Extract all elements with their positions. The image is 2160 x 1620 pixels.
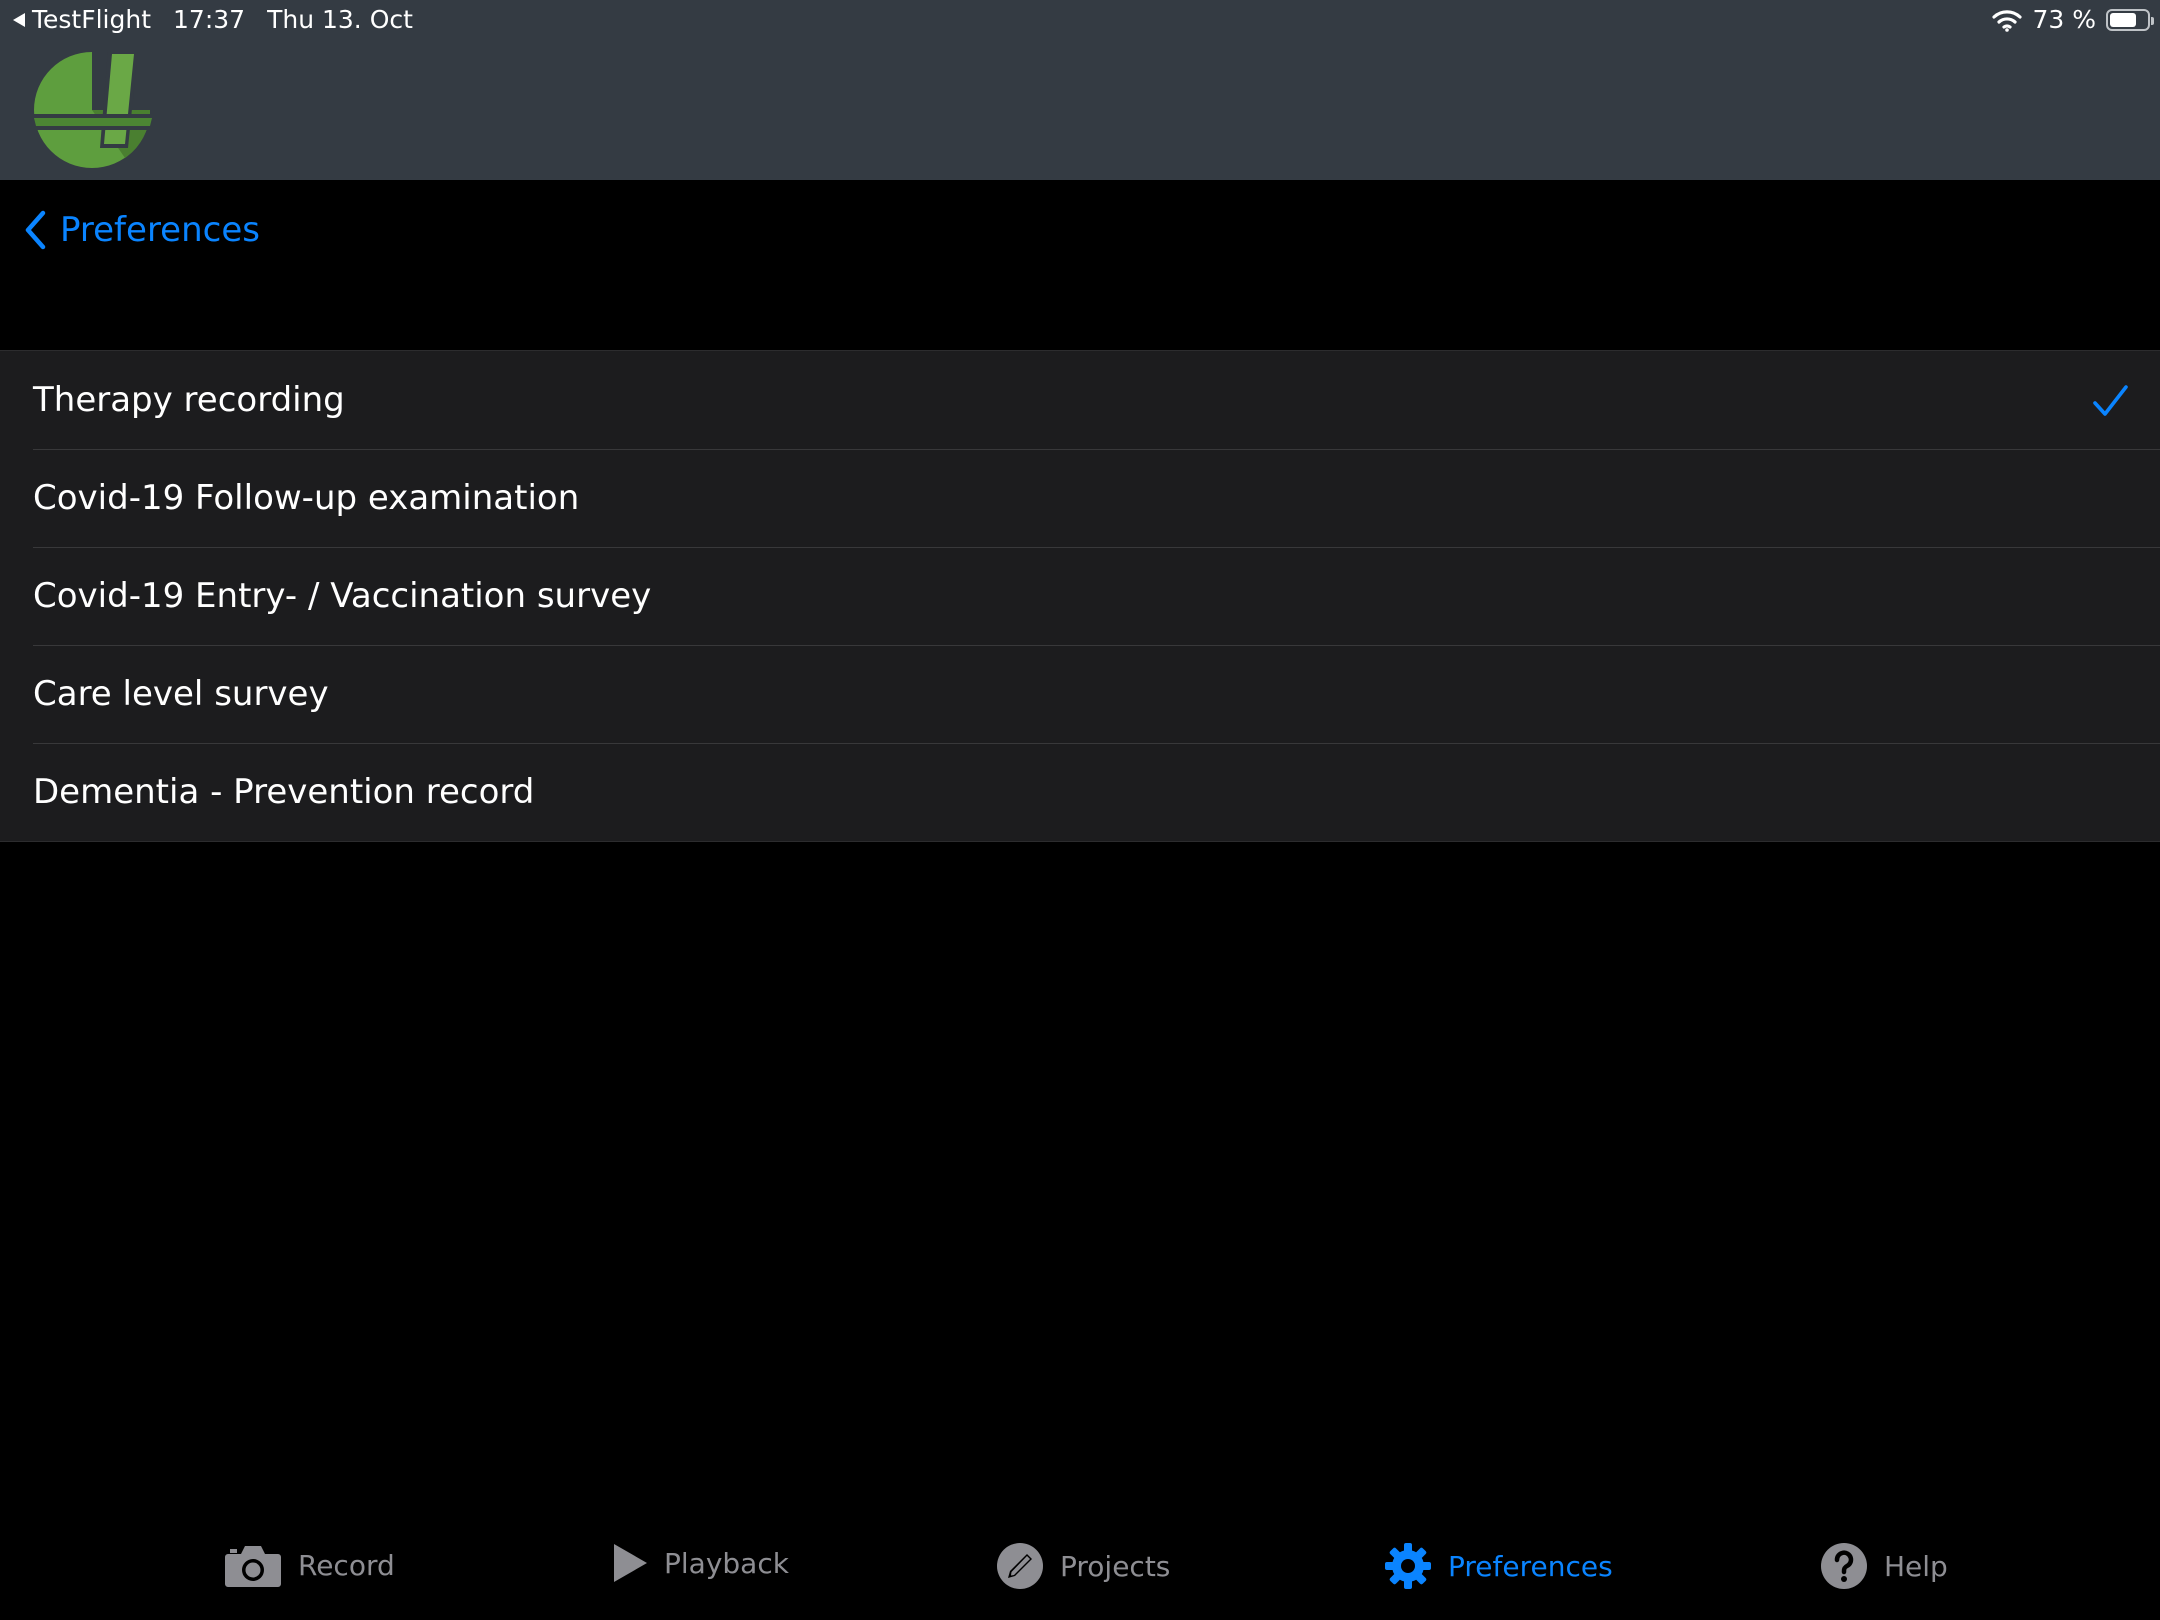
help-icon xyxy=(1821,1543,1867,1589)
list-item-covid-follow-up[interactable]: Covid-19 Follow-up examination xyxy=(0,449,2160,547)
tab-preferences[interactable]: Preferences xyxy=(1384,1542,1613,1590)
app-header: TestFlight 17:37 Thu 13. Oct 73 % xyxy=(0,0,2160,180)
tab-label: Playback xyxy=(664,1546,789,1580)
tab-label: Record xyxy=(298,1548,395,1582)
checkmark-icon xyxy=(2093,385,2128,416)
list-item-therapy-recording[interactable]: Therapy recording xyxy=(0,351,2160,449)
tab-label: Help xyxy=(1884,1549,1948,1583)
battery-percentage: 73 % xyxy=(2032,5,2096,34)
tab-record[interactable]: Record xyxy=(224,1542,395,1588)
tab-playback[interactable]: Playback xyxy=(612,1542,789,1584)
camera-icon xyxy=(225,1546,281,1587)
list-item-dementia-prevention[interactable]: Dementia - Prevention record xyxy=(0,743,2160,841)
tab-label: Preferences xyxy=(1448,1549,1613,1583)
tab-projects[interactable]: Projects xyxy=(996,1542,1170,1590)
status-bar: TestFlight 17:37 Thu 13. Oct 73 % xyxy=(0,0,2160,40)
back-button-label: Preferences xyxy=(60,210,260,250)
back-to-app-button[interactable]: TestFlight xyxy=(12,5,151,34)
chevron-left-icon xyxy=(25,210,46,250)
battery-fill xyxy=(2110,12,2136,27)
list-item-label: Covid-19 Entry- / Vaccination survey xyxy=(33,576,652,616)
status-date: Thu 13. Oct xyxy=(267,5,413,34)
triangle-left-icon xyxy=(13,12,25,27)
status-right: 73 % xyxy=(1992,5,2154,34)
tab-label: Projects xyxy=(1060,1549,1171,1583)
play-icon xyxy=(614,1544,647,1582)
list-item-label: Therapy recording xyxy=(33,380,345,420)
battery-icon xyxy=(2106,8,2154,31)
gear-icon xyxy=(1385,1543,1431,1589)
tab-bar: Record Playback Projects Preferences Hel… xyxy=(0,1520,2160,1620)
pencil-icon xyxy=(997,1543,1043,1589)
back-app-label: TestFlight xyxy=(32,5,152,34)
list-item-label: Covid-19 Follow-up examination xyxy=(33,478,580,518)
list-item-covid-entry-vaccination[interactable]: Covid-19 Entry- / Vaccination survey xyxy=(0,547,2160,645)
tab-help[interactable]: Help xyxy=(1820,1542,1948,1590)
back-button[interactable]: Preferences xyxy=(24,205,260,255)
status-time: 17:37 xyxy=(173,5,246,34)
list-item-label: Dementia - Prevention record xyxy=(33,772,535,812)
status-left: TestFlight 17:37 Thu 13. Oct xyxy=(12,5,413,34)
list-item-label: Care level survey xyxy=(33,674,329,714)
list-item-care-level-survey[interactable]: Care level survey xyxy=(0,645,2160,743)
wifi-icon xyxy=(1992,9,2023,32)
survey-type-list: Therapy recording Covid-19 Follow-up exa… xyxy=(0,350,2160,842)
app-logo xyxy=(30,50,155,168)
